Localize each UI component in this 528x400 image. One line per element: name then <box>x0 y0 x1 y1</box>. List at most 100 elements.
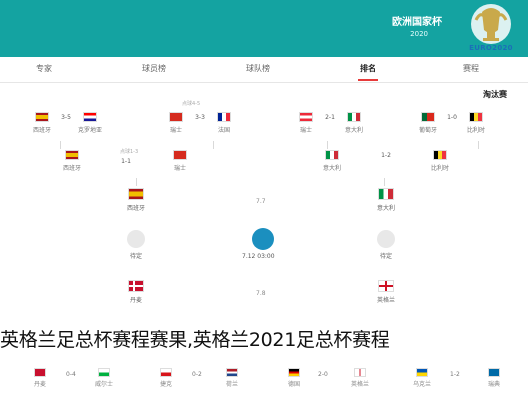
match-card[interactable]: 比利时 1-2 意大利 <box>306 150 466 186</box>
semi-date: 7.7 <box>256 198 266 205</box>
austria-flag-icon <box>299 112 313 122</box>
spain-flag-icon <box>128 188 144 200</box>
netherlands-flag-icon <box>226 368 238 377</box>
semi-team: 西班牙 <box>106 188 166 212</box>
knockout-label: 淘汰赛 <box>483 90 507 99</box>
bracket-connector <box>60 141 61 149</box>
team-name: 丹麦 <box>33 381 46 388</box>
denmark-flag-icon <box>128 280 144 292</box>
team-right: 瑞士 <box>280 112 332 134</box>
team-right: 意大利 <box>306 150 358 172</box>
wales-flag-icon <box>98 368 110 377</box>
placeholder-team-icon <box>127 230 145 248</box>
team-name: 法国 <box>217 127 230 134</box>
germany-flag-icon <box>288 368 300 377</box>
team-right: 西班牙 <box>16 112 68 134</box>
england-flag-icon <box>354 368 366 377</box>
team-item: 英格兰 <box>340 368 380 388</box>
england-flag-icon <box>378 280 394 292</box>
match-score: 1-2 <box>450 371 460 378</box>
team-name: 待定 <box>379 253 392 260</box>
team-name: 丹麦 <box>129 297 142 304</box>
team-name: 瑞士 <box>299 127 312 134</box>
active-tab-indicator <box>358 79 378 81</box>
match-score: 2-0 <box>318 371 328 378</box>
penalty-note: 点球1-3 <box>120 149 139 155</box>
sweden-flag-icon <box>488 368 500 377</box>
team-name: 英格兰 <box>376 297 395 304</box>
team-item: 丹麦 <box>20 368 60 388</box>
switzerland-flag-icon <box>169 112 183 122</box>
team-name: 意大利 <box>322 165 341 172</box>
bracket-connector <box>213 141 214 149</box>
match-score: 0-4 <box>66 371 76 378</box>
match-card[interactable]: 点球1-3 瑞士 1-1 西班牙 <box>46 149 206 186</box>
final-team: 待定 <box>106 230 166 260</box>
team-name: 瑞典 <box>487 381 500 388</box>
bracket-connector <box>478 141 479 149</box>
team-name: 西班牙 <box>62 165 81 172</box>
match-card[interactable]: 克罗地亚 3-5 西班牙 <box>16 112 116 148</box>
overlay-caption: 英格兰足总杯赛程赛果,英格兰2021足总杯赛程 <box>0 329 390 351</box>
semi-team: 意大利 <box>356 188 416 212</box>
tab-team-ranking[interactable]: 球队榜 <box>246 63 270 74</box>
semi-team: 英格兰 <box>356 280 416 304</box>
round1-lower-row: 瑞典 1-2 乌克兰 英格兰 2-0 德国 荷兰 0-2 捷克 威尔士 0-4 … <box>0 368 528 400</box>
italy-flag-icon <box>378 188 394 200</box>
czech-flag-icon <box>160 368 172 377</box>
bracket-connector <box>384 178 385 186</box>
team-item: 威尔士 <box>84 368 124 388</box>
spain-flag-icon <box>35 112 49 122</box>
team-name: 待定 <box>129 253 142 260</box>
tab-experts[interactable]: 专家 <box>36 63 52 74</box>
bracket-connector <box>327 141 328 149</box>
team-name: 瑞士 <box>169 127 182 134</box>
match-card[interactable]: 比利时 1-0 葡萄牙 <box>402 112 502 148</box>
tab-ranking[interactable]: 排名 <box>360 63 376 74</box>
tab-player-ranking[interactable]: 球员榜 <box>142 63 166 74</box>
team-name: 西班牙 <box>126 205 145 212</box>
team-item: 德国 <box>274 368 314 388</box>
page-subtitle: 2020 <box>410 30 428 38</box>
semi-date: 7.8 <box>256 290 266 297</box>
team-item: 捷克 <box>146 368 186 388</box>
team-name: 捷克 <box>159 381 172 388</box>
team-name: 乌克兰 <box>412 381 431 388</box>
team-name: 葡萄牙 <box>418 127 437 134</box>
team-right: 葡萄牙 <box>402 112 454 134</box>
logo-wordmark: EURO2020 <box>469 44 513 52</box>
bracket-connector <box>136 178 137 186</box>
team-name: 英格兰 <box>350 381 369 388</box>
tab-bar: 赛程 排名 球队榜 球员榜 专家 <box>0 57 528 83</box>
app-header: 欧洲国家杯 2020 EURO2020 <box>0 0 528 57</box>
final-time: 7.12 03:00 <box>242 253 275 260</box>
team-name: 意大利 <box>344 127 363 134</box>
team-name: 威尔士 <box>94 381 113 388</box>
portugal-flag-icon <box>421 112 435 122</box>
placeholder-team-icon <box>377 230 395 248</box>
match-card[interactable]: 点球4-5 法国 3-3 瑞士 <box>150 101 250 148</box>
team-name: 比利时 <box>466 127 485 134</box>
italy-flag-icon <box>325 150 339 160</box>
match-score: 0-2 <box>192 371 202 378</box>
team-name: 德国 <box>287 381 300 388</box>
denmark-flag-icon <box>34 368 46 377</box>
team-right: 瑞士 <box>150 112 202 134</box>
team-name: 意大利 <box>376 205 395 212</box>
penalty-note: 点球4-5 <box>182 101 201 107</box>
semi-team: 丹麦 <box>106 280 166 304</box>
team-item: 乌克兰 <box>402 368 442 388</box>
team-name: 西班牙 <box>32 127 51 134</box>
team-name: 荷兰 <box>225 381 238 388</box>
final-team: 待定 <box>356 230 416 260</box>
tab-schedule[interactable]: 赛程 <box>463 63 479 74</box>
match-card[interactable]: 意大利 2-1 瑞士 <box>280 112 380 148</box>
spain-flag-icon <box>65 150 79 160</box>
final-trophy-icon <box>252 228 274 250</box>
team-item: 瑞典 <box>474 368 514 388</box>
ukraine-flag-icon <box>416 368 428 377</box>
team-name: 比利时 <box>430 165 449 172</box>
team-right: 西班牙 <box>46 150 98 172</box>
page-title: 欧洲国家杯 <box>392 17 442 28</box>
team-name: 克罗地亚 <box>77 127 102 134</box>
